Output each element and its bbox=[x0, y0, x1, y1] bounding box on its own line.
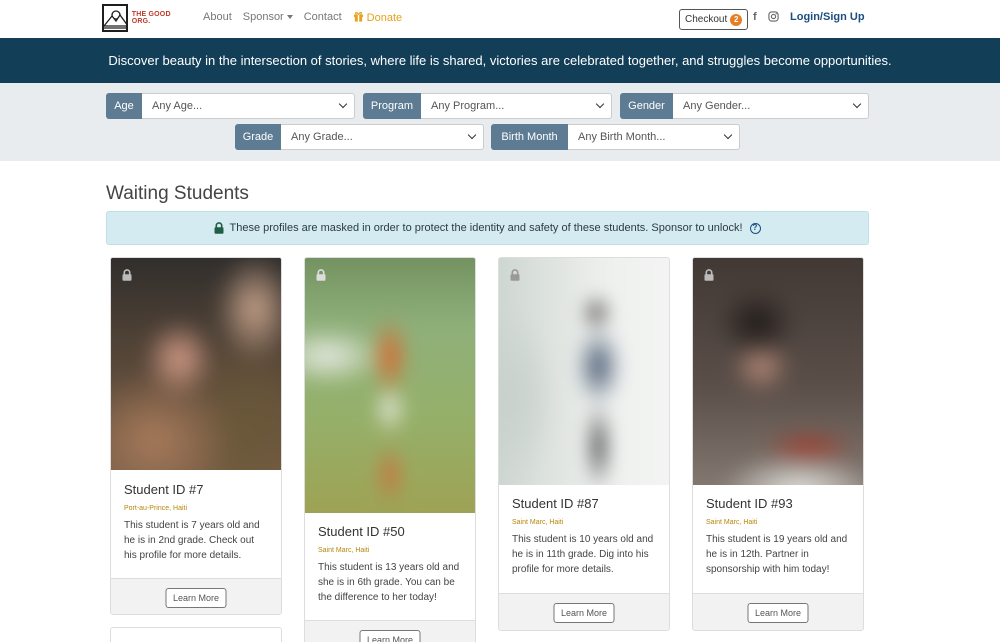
gift-icon bbox=[353, 12, 363, 22]
age-select[interactable]: Any Age... bbox=[142, 93, 355, 119]
chevron-down-icon bbox=[723, 130, 733, 140]
checkout-label: Checkout bbox=[685, 14, 728, 25]
logo[interactable]: THE GOOD ORG. bbox=[102, 3, 186, 33]
student-description: This student is 19 years old and he is i… bbox=[706, 534, 848, 575]
learn-more-button[interactable]: Learn More bbox=[165, 588, 227, 608]
card-body: Student ID #93 Saint Marc, Haiti This st… bbox=[693, 496, 863, 577]
privacy-alert: These profiles are masked in order to pr… bbox=[106, 211, 869, 245]
filter-bar: Age Any Age... Program Any Program... Ge… bbox=[0, 83, 1000, 161]
learn-more-button[interactable]: Learn More bbox=[553, 603, 615, 623]
chevron-down-icon bbox=[852, 99, 862, 109]
page-title: Waiting Students bbox=[106, 183, 249, 204]
lock-icon bbox=[214, 222, 224, 234]
instagram-icon[interactable] bbox=[768, 11, 779, 25]
alert-text: These profiles are masked in order to pr… bbox=[229, 222, 743, 234]
student-card: Student ID #50 Saint Marc, Haiti This st… bbox=[304, 257, 476, 642]
grade-filter-label: Grade bbox=[235, 124, 281, 150]
gender-filter-label: Gender bbox=[620, 93, 673, 119]
student-id-title: Student ID #87 bbox=[512, 496, 599, 511]
student-location: Port-au-Prince, Haiti bbox=[124, 505, 188, 512]
program-filter: Program Any Program... bbox=[363, 93, 612, 119]
student-card-partial bbox=[110, 627, 282, 642]
gender-select-value: Any Gender... bbox=[683, 100, 751, 112]
donate-label: Donate bbox=[366, 12, 403, 24]
card-footer: Learn More bbox=[305, 620, 475, 642]
facebook-icon[interactable]: f bbox=[753, 11, 757, 23]
chevron-down-icon bbox=[338, 99, 348, 109]
student-photo-masked bbox=[111, 258, 281, 470]
nav-link-sponsor-label: Sponsor bbox=[242, 11, 284, 23]
caret-down-icon bbox=[286, 15, 293, 20]
student-description: This student is 13 years old and she is … bbox=[318, 562, 460, 603]
student-location: Saint Marc, Haiti bbox=[318, 547, 370, 554]
nav-link-sponsor[interactable]: Sponsor bbox=[243, 11, 293, 24]
help-icon[interactable]: ? bbox=[749, 222, 761, 234]
student-photo-masked bbox=[305, 258, 475, 513]
age-filter-label: Age bbox=[106, 93, 142, 119]
gender-select[interactable]: Any Gender... bbox=[673, 93, 869, 119]
birth-month-select-value: Any Birth Month... bbox=[578, 131, 666, 143]
program-select[interactable]: Any Program... bbox=[421, 93, 612, 119]
student-description: This student is 10 years old and he is i… bbox=[512, 534, 654, 575]
age-filter: Age Any Age... bbox=[106, 93, 355, 119]
grade-filter: Grade Any Grade... bbox=[235, 124, 484, 150]
program-filter-label: Program bbox=[363, 93, 421, 119]
logo-text: THE GOOD ORG. bbox=[131, 11, 171, 25]
student-card: Student ID #87 Saint Marc, Haiti This st… bbox=[498, 257, 670, 631]
card-footer: Learn More bbox=[693, 593, 863, 630]
nav-link-about[interactable]: About bbox=[203, 11, 232, 24]
student-card: Student ID #93 Saint Marc, Haiti This st… bbox=[692, 257, 864, 631]
chevron-down-icon bbox=[595, 99, 605, 109]
lock-icon bbox=[704, 269, 714, 281]
student-photo-masked bbox=[693, 258, 863, 485]
learn-more-button[interactable]: Learn More bbox=[747, 603, 809, 623]
learn-more-button[interactable]: Learn More bbox=[359, 630, 421, 642]
card-body: Student ID #50 Saint Marc, Haiti This st… bbox=[305, 524, 475, 605]
student-location: Saint Marc, Haiti bbox=[706, 519, 758, 526]
student-id-title: Student ID #50 bbox=[318, 524, 405, 539]
nav-links: About Sponsor Contact Donate bbox=[203, 11, 413, 24]
banner-text: Discover beauty in the intersection of s… bbox=[108, 53, 892, 68]
student-description: This student is 7 years old and he is in… bbox=[124, 520, 260, 561]
checkout-button[interactable]: Checkout 2 bbox=[679, 9, 749, 30]
birth-month-filter-label: Birth Month bbox=[491, 124, 568, 150]
card-footer: Learn More bbox=[499, 593, 669, 630]
lock-icon bbox=[316, 269, 326, 281]
nav-link-contact[interactable]: Contact bbox=[304, 11, 342, 24]
chevron-down-icon bbox=[467, 130, 477, 140]
lock-icon bbox=[122, 269, 132, 281]
logo-mountain-icon bbox=[102, 4, 128, 32]
checkout-count-badge: 2 bbox=[730, 13, 743, 26]
grade-select[interactable]: Any Grade... bbox=[281, 124, 484, 150]
nav-link-donate[interactable]: Donate bbox=[353, 11, 402, 24]
student-location: Saint Marc, Haiti bbox=[512, 519, 564, 526]
program-select-value: Any Program... bbox=[431, 100, 505, 112]
gender-filter: Gender Any Gender... bbox=[620, 93, 869, 119]
student-card: Student ID #7 Port-au-Prince, Haiti This… bbox=[110, 257, 282, 615]
card-footer: Learn More bbox=[111, 578, 281, 614]
card-body: Student ID #87 Saint Marc, Haiti This st… bbox=[499, 496, 669, 577]
grade-select-value: Any Grade... bbox=[291, 131, 353, 143]
birth-month-select[interactable]: Any Birth Month... bbox=[568, 124, 740, 150]
student-photo-masked bbox=[499, 258, 669, 485]
student-id-title: Student ID #93 bbox=[706, 496, 793, 511]
mission-banner: Discover beauty in the intersection of s… bbox=[0, 38, 1000, 83]
card-body: Student ID #7 Port-au-Prince, Haiti This… bbox=[111, 482, 281, 563]
login-signup-link[interactable]: Login/Sign Up bbox=[790, 11, 865, 23]
navbar: THE GOOD ORG. About Sponsor Contact Dona… bbox=[0, 0, 1000, 38]
lock-icon bbox=[510, 269, 520, 281]
birth-month-filter: Birth Month Any Birth Month... bbox=[491, 124, 740, 150]
age-select-value: Any Age... bbox=[152, 100, 203, 112]
student-id-title: Student ID #7 bbox=[124, 482, 204, 497]
